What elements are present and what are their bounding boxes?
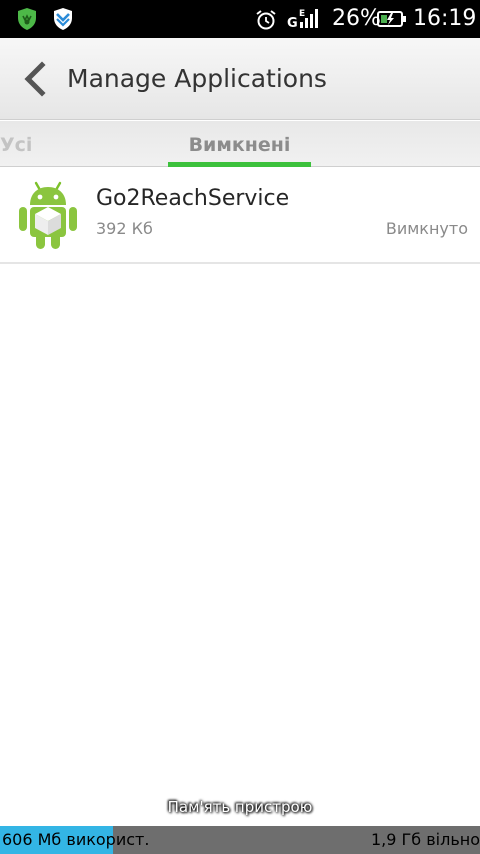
storage-bar: 606 Мб використ. 1,9 Гб вільно — [0, 826, 480, 854]
storage-caption: Пам'ять пристрою — [167, 798, 313, 816]
tab-disabled[interactable]: Вимкнені — [168, 121, 311, 167]
battery-icon — [377, 11, 406, 27]
shield-icon — [18, 8, 36, 30]
app-name: Go2ReachService — [96, 186, 290, 211]
tab-all[interactable]: Усі — [0, 134, 32, 156]
back-button[interactable] — [20, 61, 50, 97]
action-bar: Manage Applications — [0, 38, 480, 120]
chevron-left-icon — [24, 61, 46, 97]
svg-text:G: G — [287, 16, 298, 30]
app-status: Вимкнуто — [385, 219, 468, 238]
alarm-clock-icon — [256, 10, 276, 30]
page-title: Manage Applications — [67, 64, 327, 93]
screen: G E 26% 16:19 Manage Applications Усі Ви… — [0, 0, 480, 854]
android-icon — [19, 181, 77, 249]
list-item[interactable]: Go2ReachService 392 Кб Вимкнуто — [0, 167, 480, 264]
battery-percent: 26% — [332, 6, 381, 31]
shield-icon — [54, 8, 72, 30]
clock: 16:19 — [413, 6, 477, 31]
storage-free-label: 1,9 Гб вільно — [370, 830, 480, 849]
network-type-label: E — [299, 9, 305, 19]
status-bar: G E 26% 16:19 — [0, 0, 480, 38]
signal-icon: G E — [287, 9, 318, 30]
tab-bar: Усі Вимкнені — [0, 120, 480, 167]
storage-used-label: 606 Мб використ. — [2, 830, 150, 849]
app-size: 392 Кб — [96, 219, 153, 238]
tab-disabled-label: Вимкнені — [188, 134, 291, 156]
